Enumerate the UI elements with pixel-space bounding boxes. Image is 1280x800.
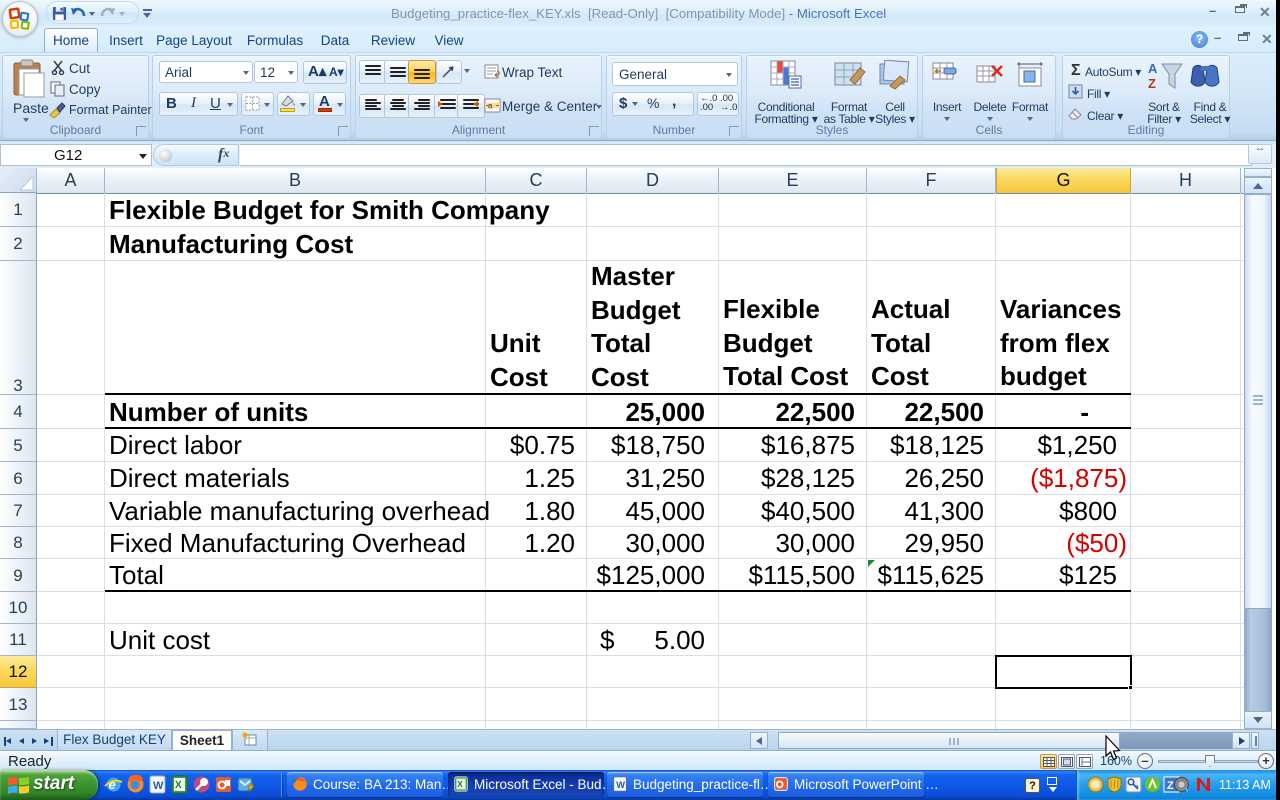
svg-text:Z: Z bbox=[1148, 76, 1156, 91]
svg-text:W: W bbox=[616, 780, 625, 790]
svg-text:e: e bbox=[109, 777, 116, 792]
svg-text:X: X bbox=[457, 779, 463, 789]
svg-text:W: W bbox=[153, 780, 164, 792]
svg-text:X: X bbox=[175, 780, 182, 791]
svg-text:A: A bbox=[1148, 61, 1158, 76]
